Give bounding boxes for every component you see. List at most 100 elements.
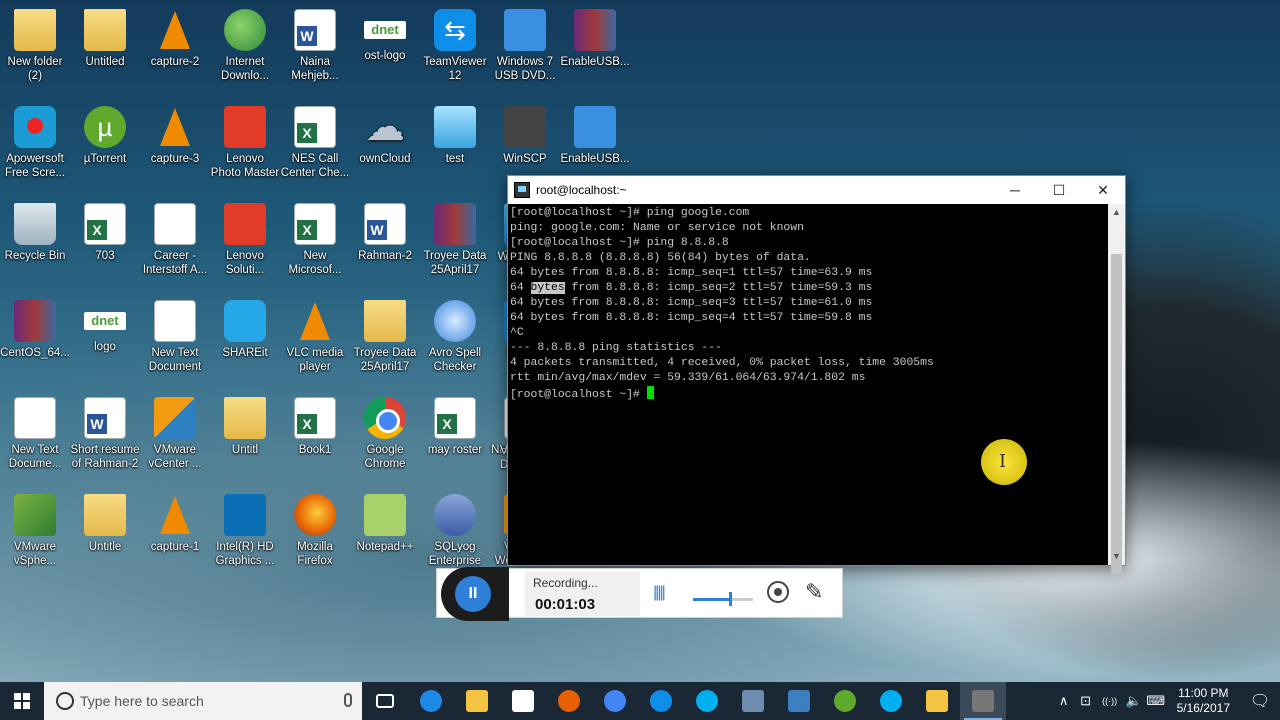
test-icon [434, 106, 476, 148]
desktop-icon[interactable]: Mozilla Firefox [280, 488, 350, 580]
desktop-icon[interactable]: test [420, 100, 490, 192]
desktop-icon[interactable]: Notepad++ [350, 488, 420, 580]
desktop-icon[interactable]: capture-3 [140, 100, 210, 192]
scrollbar-thumb[interactable] [1111, 254, 1122, 574]
desktop-icon[interactable]: VLC media player [280, 294, 350, 386]
image-icon [84, 312, 126, 330]
winscp-icon [504, 106, 546, 148]
chevron-up-icon[interactable]: ∧ [1053, 693, 1075, 709]
desktop-icon[interactable]: Career - Interstoff A... [140, 197, 210, 289]
desktop-icon[interactable]: Book1 [280, 391, 350, 483]
taskbar-app-button[interactable] [454, 682, 500, 720]
desktop-icon[interactable]: New folder (2) [0, 3, 70, 95]
terminal-output[interactable]: [root@localhost ~]# ping google.com ping… [508, 204, 1108, 565]
taskbar-app-button[interactable] [730, 682, 776, 720]
desktop-icon[interactable]: Short resume of Rahman-2 [70, 391, 140, 483]
desktop-icon[interactable]: ownCloud [350, 100, 420, 192]
pause-recording-button[interactable]: II [441, 567, 509, 621]
close-button[interactable]: ✕ [1081, 176, 1125, 204]
desktop-icon[interactable]: New Text Docume... [0, 391, 70, 483]
desktop-icon[interactable]: Internet Downlo... [210, 3, 280, 95]
maximize-button[interactable]: ☐ [1037, 176, 1081, 204]
desktop-icon[interactable]: VMware vCenter ... [140, 391, 210, 483]
pause-icon: II [455, 576, 491, 612]
folder-icon [224, 397, 266, 439]
network-icon[interactable]: ⊡ [1075, 693, 1097, 709]
desktop-icon-label: Internet Downlo... [221, 56, 269, 82]
taskbar-app-button[interactable] [362, 682, 408, 720]
taskbar-app-button[interactable] [684, 682, 730, 720]
desktop-icon[interactable]: Untitle [70, 488, 140, 580]
taskbar-app-button[interactable] [592, 682, 638, 720]
desktop-icon[interactable]: Recycle Bin [0, 197, 70, 289]
terminal-text[interactable]: [root@localhost ~]# ping google.com ping… [510, 206, 1106, 403]
desktop-icon[interactable]: Troyee Data 25April17 [350, 294, 420, 386]
desktop-icon[interactable]: Troyee Data 25April17 [420, 197, 490, 289]
desktop-icon[interactable]: Intel(R) HD Graphics ... [210, 488, 280, 580]
desktop-icon[interactable]: Lenovo Photo Master [210, 100, 280, 192]
windows-logo-icon [14, 693, 30, 709]
desktop-icon-label: CentOS_64... [0, 347, 70, 359]
desktop-icon-label: Troyee Data 25April17 [423, 250, 487, 276]
desktop-icon-label: Lenovo Photo Master [210, 153, 280, 179]
skype-icon [696, 690, 718, 712]
webcam-icon[interactable] [767, 581, 789, 603]
desktop-icon[interactable]: New Microsof... [280, 197, 350, 289]
taskbar-app-button[interactable] [914, 682, 960, 720]
desktop-icon[interactable]: Windows 7 USB DVD... [490, 3, 560, 95]
desktop-icon[interactable]: µTorrent [70, 100, 140, 192]
utorrent-icon [834, 690, 856, 712]
desktop-icon[interactable]: SHAREit [210, 294, 280, 386]
screen-recorder-icon [14, 106, 56, 148]
keyboard-icon[interactable]: ⌨ [1145, 693, 1167, 709]
pen-icon[interactable]: ✎ [805, 579, 823, 605]
desktop-icon[interactable]: Avro Spell Checker [420, 294, 490, 386]
taskbar-app-button[interactable] [638, 682, 684, 720]
desktop-icon[interactable]: Untitl [210, 391, 280, 483]
desktop-icon[interactable]: capture-2 [140, 3, 210, 95]
taskbar-app-button[interactable] [500, 682, 546, 720]
terminal-window[interactable]: root@localhost:~ ─ ☐ ✕ [root@localhost ~… [507, 175, 1126, 574]
scroll-up-icon[interactable]: ▲ [1108, 204, 1125, 221]
desktop-icon[interactable]: Rahman-2 [350, 197, 420, 289]
wifi-icon[interactable]: ((·)) [1097, 696, 1123, 706]
taskbar-search-box[interactable]: Type here to search [44, 682, 362, 720]
desktop-icon[interactable]: Apowersoft Free Scre... [0, 100, 70, 192]
action-center-icon[interactable]: 🗨 [1240, 682, 1280, 720]
minimize-button[interactable]: ─ [993, 176, 1037, 204]
desktop-icon[interactable]: may roster [420, 391, 490, 483]
desktop-icon[interactable]: ost-logo [350, 3, 420, 95]
desktop-icon[interactable]: NES Call Center Che... [280, 100, 350, 192]
desktop-icon[interactable]: New Text Document [140, 294, 210, 386]
taskbar-app-button[interactable] [408, 682, 454, 720]
desktop-icon[interactable]: Naina Mehjeb... [280, 3, 350, 95]
desktop-icon[interactable]: logo [70, 294, 140, 386]
desktop-icon-label: Notepad++ [356, 541, 414, 553]
desktop-icon[interactable]: EnableUSB... [560, 3, 630, 95]
desktop-icon[interactable]: Untitled [70, 3, 140, 95]
volume-slider-knob[interactable] [729, 592, 732, 606]
clock[interactable]: 11:00 PM 5/16/2017 [1167, 686, 1240, 716]
taskbar-app-button[interactable] [776, 682, 822, 720]
desktop-icon[interactable]: Lenovo Soluti... [210, 197, 280, 289]
taskbar-app-button[interactable] [868, 682, 914, 720]
microphone-icon[interactable] [344, 693, 352, 707]
system-tray: ∧ ⊡ ((·)) 🔈 ⌨ 11:00 PM 5/16/2017 🗨 [1053, 682, 1280, 720]
desktop-icon[interactable]: CentOS_64... [0, 294, 70, 386]
edge-icon [420, 690, 442, 712]
desktop-icon[interactable]: Google Chrome [350, 391, 420, 483]
desktop-icon[interactable]: capture-1 [140, 488, 210, 580]
volume-icon[interactable]: 🔈 [1123, 693, 1145, 709]
taskbar-app-button[interactable] [822, 682, 868, 720]
terminal-titlebar[interactable]: root@localhost:~ ─ ☐ ✕ [508, 176, 1125, 204]
scroll-down-icon[interactable]: ▼ [1108, 548, 1125, 565]
desktop-icon[interactable]: VMware vSphe... [0, 488, 70, 580]
start-button[interactable] [0, 682, 44, 720]
desktop-icon-label: Untitl [231, 444, 259, 456]
terminal-scrollbar[interactable]: ▲ ▼ [1108, 204, 1125, 574]
taskbar-app-button[interactable] [960, 682, 1006, 720]
volume-slider[interactable] [693, 592, 753, 606]
taskbar-app-button[interactable] [546, 682, 592, 720]
desktop-icon[interactable]: TeamViewer 12 [420, 3, 490, 95]
desktop-icon[interactable]: 703 [70, 197, 140, 289]
